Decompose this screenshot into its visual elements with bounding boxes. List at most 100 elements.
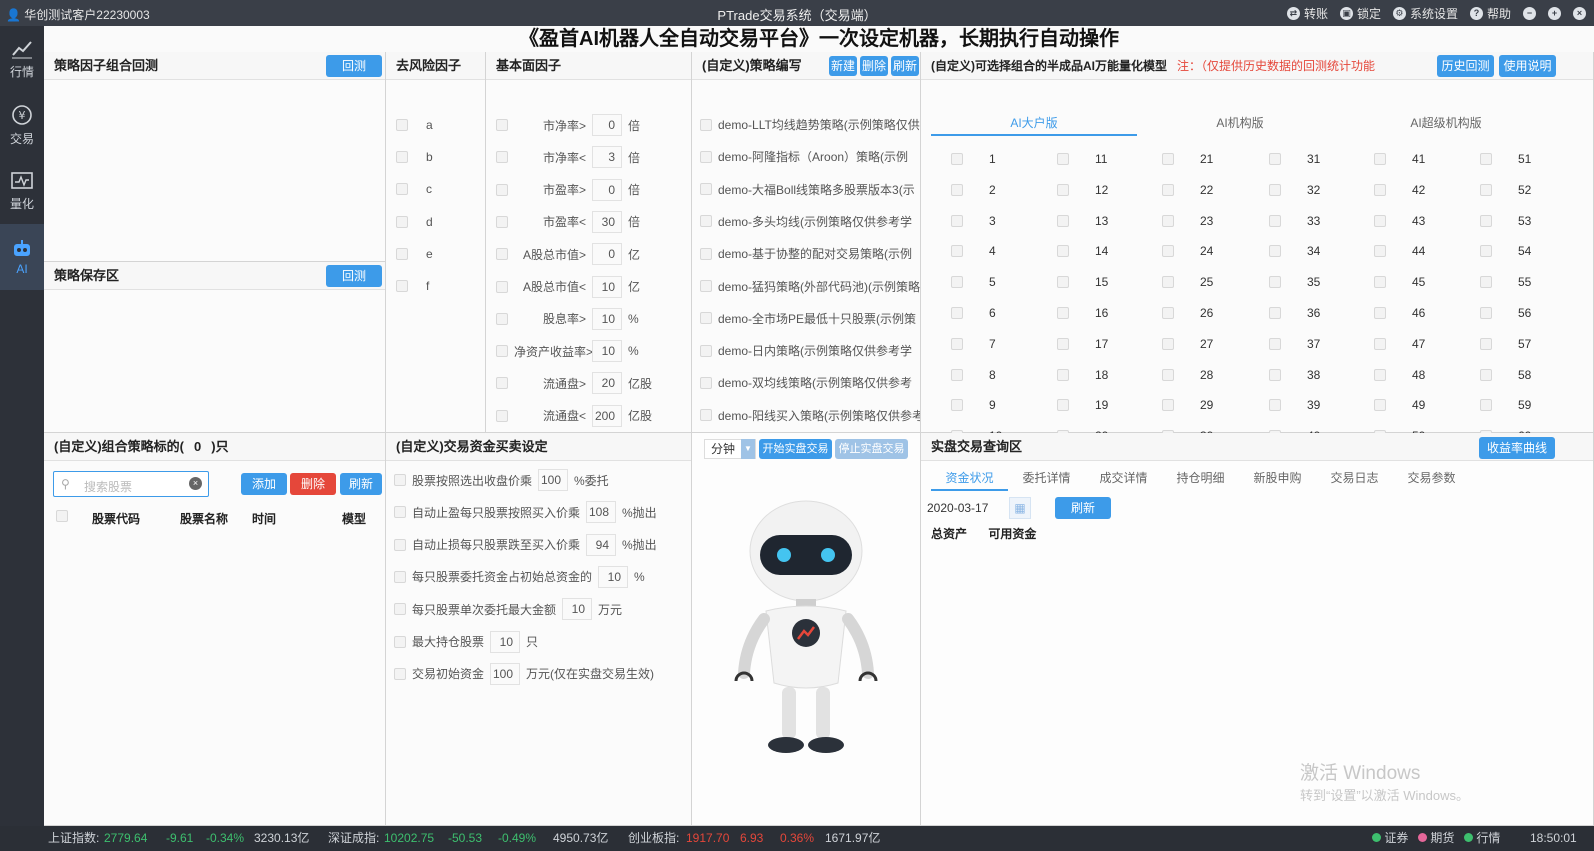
ai-model-option[interactable]: 43 (1374, 214, 1425, 228)
fundamental-value-input[interactable]: 0 (592, 178, 622, 201)
link-futures[interactable]: 期货 (1418, 826, 1454, 851)
checkbox[interactable] (1162, 368, 1174, 381)
checkbox[interactable] (1269, 337, 1281, 350)
ai-model-option[interactable]: 4 (951, 244, 996, 258)
checkbox[interactable] (1480, 337, 1492, 350)
strategy-list-item[interactable]: demo-全市场PE最低十只股票(示例策 (700, 310, 916, 327)
strategy-list-item[interactable]: demo-基于协整的配对交易策略(示例 (700, 245, 912, 262)
trade-setting-input[interactable]: 10 (598, 565, 629, 588)
ai-model-option[interactable]: 16 (1057, 306, 1108, 320)
ai-model-option[interactable]: 7 (951, 337, 996, 351)
checkbox[interactable] (1057, 214, 1069, 227)
period-select[interactable]: 分钟 ▼ (704, 439, 756, 459)
tab-query-5[interactable]: 交易日志 (1316, 465, 1393, 491)
nav-item-trade[interactable]: ¥ 交易 (0, 92, 44, 158)
tab-query-4[interactable]: 新股申购 (1239, 465, 1316, 491)
checkbox[interactable] (700, 118, 712, 131)
ai-model-option[interactable]: 51 (1480, 152, 1531, 166)
checkbox[interactable] (1269, 245, 1281, 258)
checkbox[interactable] (700, 344, 712, 357)
checkbox[interactable] (951, 276, 963, 289)
risk-factor-item[interactable]: c (396, 182, 432, 196)
checkbox[interactable] (1374, 399, 1386, 412)
ai-model-option[interactable]: 24 (1162, 244, 1213, 258)
ai-model-option[interactable]: 28 (1162, 368, 1213, 382)
ai-model-option[interactable]: 55 (1480, 275, 1531, 289)
checkbox[interactable] (1162, 153, 1174, 165)
checkbox[interactable] (1269, 183, 1281, 196)
checkbox[interactable] (1057, 399, 1069, 412)
risk-factor-item[interactable]: a (396, 118, 433, 132)
checkbox[interactable] (396, 183, 408, 195)
risk-factor-item[interactable]: e (396, 247, 433, 261)
ai-model-option[interactable]: 49 (1374, 398, 1425, 412)
checkbox[interactable] (1057, 153, 1069, 165)
checkbox[interactable] (1057, 337, 1069, 350)
checkbox[interactable] (1269, 399, 1281, 412)
checkbox[interactable] (951, 368, 963, 381)
tab-query-3[interactable]: 持仓明细 (1162, 465, 1239, 491)
ai-model-option[interactable]: 37 (1269, 337, 1320, 351)
ai-model-option[interactable]: 21 (1162, 152, 1213, 166)
checkbox[interactable] (700, 215, 712, 228)
checkbox[interactable] (700, 247, 712, 260)
strategy-list-item[interactable]: demo-日内策略(示例策略仅供参考学 (700, 342, 912, 359)
checkbox[interactable] (496, 215, 508, 228)
trade-setting-input[interactable]: 94 (586, 533, 617, 556)
ai-model-option[interactable]: 39 (1269, 398, 1320, 412)
checkbox[interactable] (496, 377, 508, 390)
checkbox[interactable] (394, 603, 406, 616)
checkbox[interactable] (1480, 399, 1492, 412)
ai-model-option[interactable]: 52 (1480, 183, 1531, 197)
checkbox[interactable] (396, 280, 408, 292)
ai-model-option[interactable]: 41 (1374, 152, 1425, 166)
link-market[interactable]: 行情 (1464, 826, 1500, 851)
checkbox[interactable] (1374, 337, 1386, 350)
ai-model-option[interactable]: 46 (1374, 306, 1425, 320)
checkbox[interactable] (496, 345, 508, 358)
ai-model-option[interactable]: 35 (1269, 275, 1320, 289)
ai-model-option[interactable]: 1 (951, 152, 996, 166)
checkbox[interactable] (394, 506, 406, 519)
checkbox[interactable] (496, 248, 508, 261)
fundamental-value-input[interactable]: 10 (592, 275, 622, 298)
ai-model-option[interactable]: 45 (1374, 275, 1425, 289)
checkbox[interactable] (951, 307, 963, 319)
transfer-button[interactable]: ⇄ 转账 (1286, 5, 1328, 22)
checkbox[interactable] (1480, 245, 1492, 258)
checkbox[interactable] (1057, 245, 1069, 258)
query-refresh-button[interactable]: 刷新 (1055, 497, 1111, 519)
ai-model-option[interactable]: 29 (1162, 398, 1213, 412)
checkbox[interactable] (394, 474, 406, 486)
checkbox[interactable] (951, 153, 963, 165)
checkbox[interactable] (1269, 276, 1281, 289)
checkbox[interactable] (951, 337, 963, 350)
tab-ai-institution[interactable]: AI机构版 (1137, 110, 1343, 136)
return-curve-button[interactable]: 收益率曲线 (1479, 437, 1555, 459)
fundamental-value-input[interactable]: 10 (592, 307, 622, 330)
fundamental-value-input[interactable]: 10 (592, 340, 622, 363)
checkbox[interactable] (700, 312, 712, 325)
ai-model-option[interactable]: 32 (1269, 183, 1320, 197)
strategy-list-item[interactable]: demo-猛犸策略(外部代码池)(示例策略 (700, 278, 920, 295)
ai-model-option[interactable]: 59 (1480, 398, 1531, 412)
help-button[interactable]: ? 帮助 (1469, 5, 1511, 22)
checkbox[interactable] (700, 376, 712, 389)
checkbox[interactable] (1162, 276, 1174, 289)
ai-model-option[interactable]: 27 (1162, 337, 1213, 351)
checkbox[interactable] (700, 150, 712, 163)
ai-model-option[interactable]: 3 (951, 214, 996, 228)
checkbox[interactable] (1269, 307, 1281, 319)
fundamental-value-input[interactable]: 200 (592, 404, 622, 427)
ai-model-option[interactable]: 58 (1480, 368, 1531, 382)
trade-setting-input[interactable]: 100 (538, 469, 569, 491)
checkbox[interactable] (1480, 276, 1492, 289)
ai-model-option[interactable]: 56 (1480, 306, 1531, 320)
select-all-checkbox[interactable] (56, 510, 68, 522)
ai-model-option[interactable]: 54 (1480, 244, 1531, 258)
ai-model-option[interactable]: 8 (951, 368, 996, 382)
checkbox[interactable] (396, 216, 408, 228)
checkbox[interactable] (1269, 153, 1281, 165)
checkbox[interactable] (496, 280, 508, 293)
strategy-list-item[interactable]: demo-阿隆指标（Aroon）策略(示例 (700, 148, 908, 165)
